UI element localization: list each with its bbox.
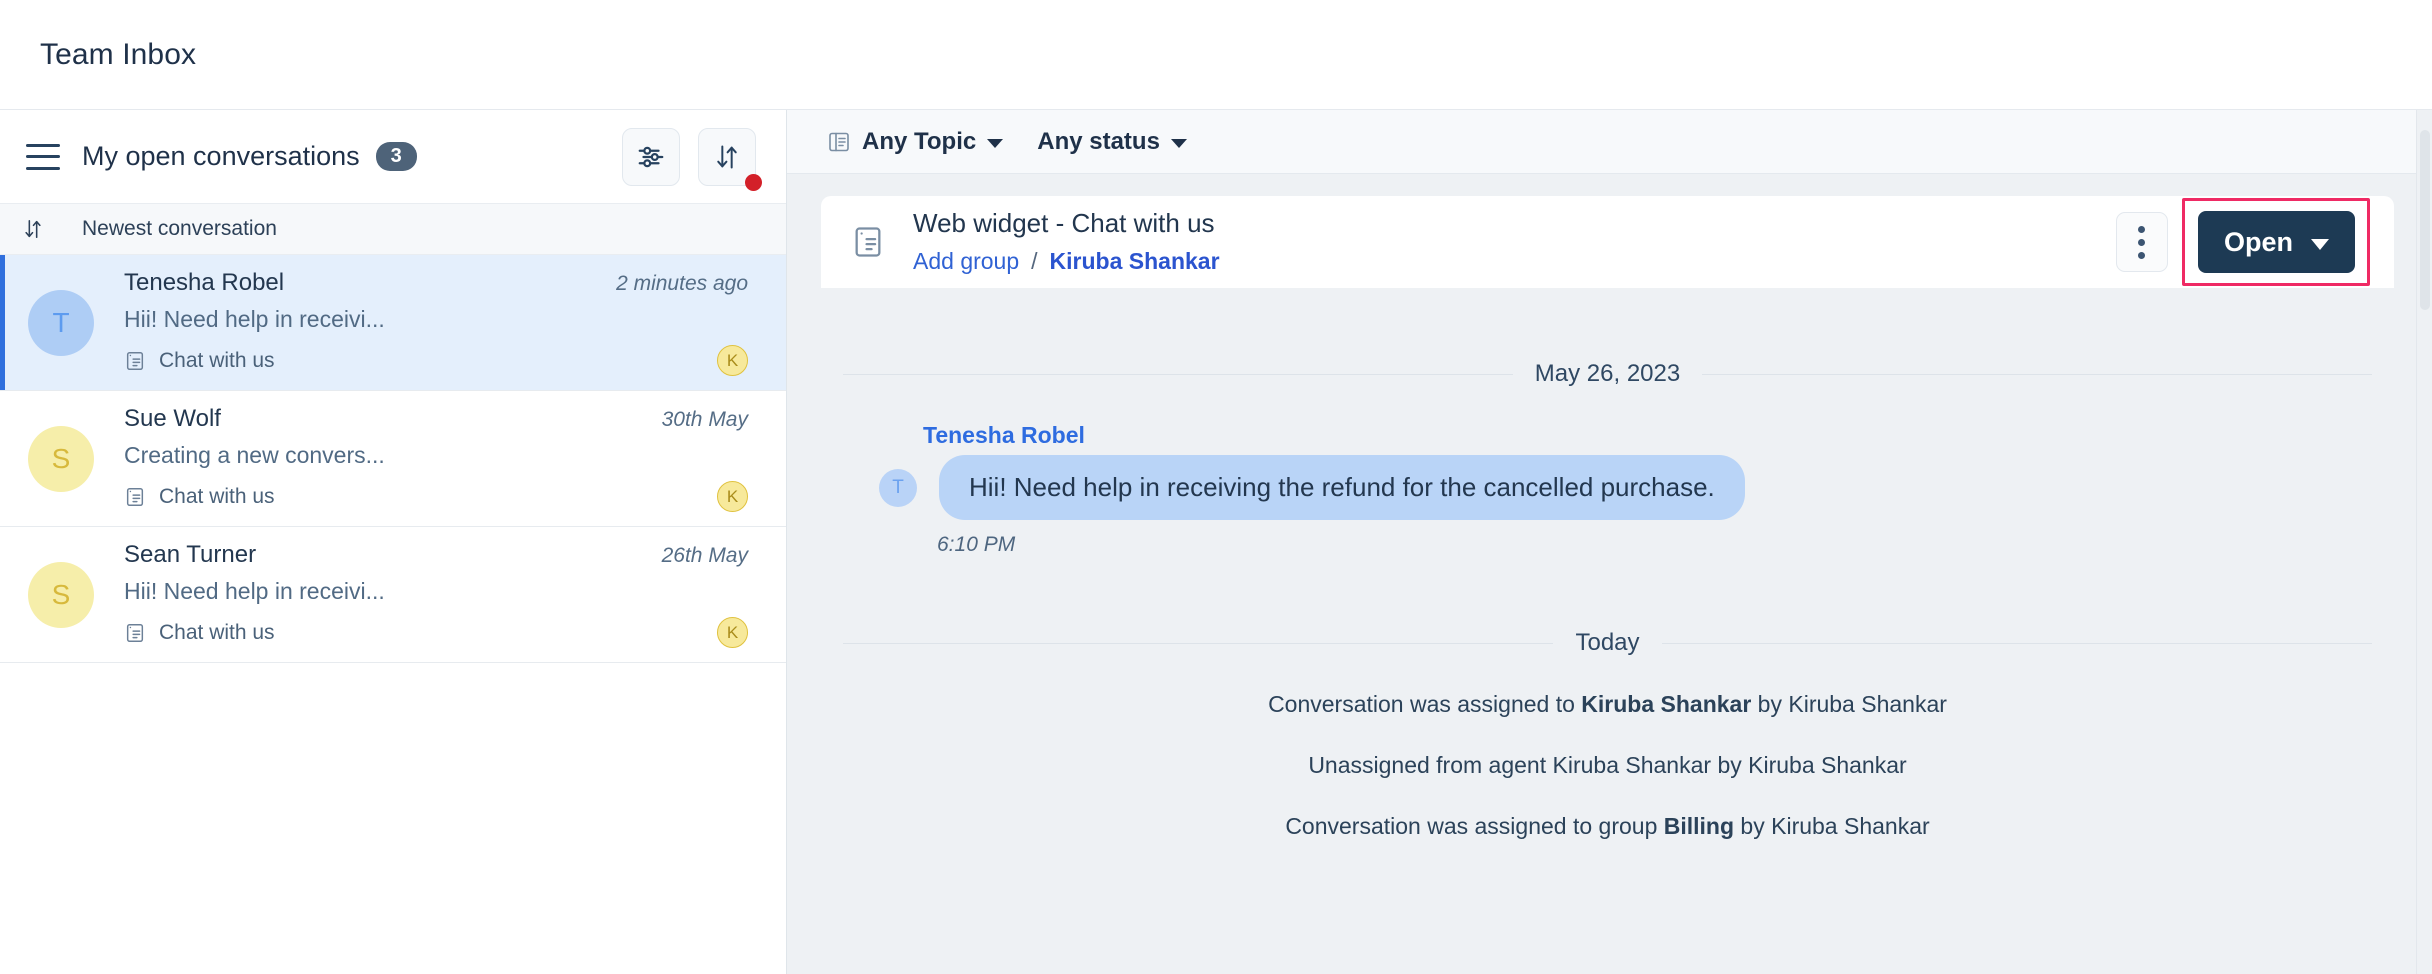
status-filter[interactable]: Any status: [1037, 128, 1187, 156]
page-body: My open conversations 3 Newest conversat…: [0, 110, 2432, 974]
conversation-header-actions: Open: [2115, 198, 2370, 286]
system-message-post: by Kiruba Shankar: [1734, 813, 1930, 839]
web-widget-icon: [126, 487, 144, 506]
message-preview: Hii! Need help in receivi...: [124, 578, 385, 604]
contact-name: Sean Turner: [124, 541, 257, 568]
sort-arrows-icon: [25, 219, 41, 239]
chevron-down-icon: [1170, 139, 1187, 148]
conversation-panel: Any Topic Any status Web widget - Chat w…: [787, 110, 2432, 974]
avatar: T: [879, 468, 917, 507]
sidebar-actions: [622, 127, 762, 191]
divider: [1702, 373, 2372, 375]
topic-filter-label: Any Topic: [862, 127, 977, 155]
system-message-pre: Unassigned from agent Kiruba Shankar by …: [1308, 752, 1907, 778]
sort-order-row[interactable]: Newest conversation: [0, 203, 786, 255]
message-thread: May 26, 2023 Tenesha Robel T Hii! Need h…: [821, 360, 2394, 840]
day-separator-label: May 26, 2023: [1534, 360, 1681, 387]
app-header: Team Inbox: [0, 0, 2432, 110]
vertical-scrollbar[interactable]: [2416, 110, 2432, 974]
unread-indicator-dot: [745, 173, 762, 191]
channel-label: Chat with us: [159, 484, 275, 508]
breadcrumb-separator: /: [1031, 247, 1038, 274]
more-vertical-icon[interactable]: [2115, 212, 2168, 272]
message-sender: Tenesha Robel: [923, 422, 1085, 448]
system-message: Conversation was assigned to Kiruba Shan…: [831, 691, 2384, 718]
chevron-down-icon: [2311, 238, 2329, 250]
avatar: S: [28, 561, 94, 628]
assigned-agent-avatar: K: [717, 481, 748, 512]
system-message-strong: Kiruba Shankar: [1581, 691, 1752, 717]
timestamp: 30th May: [661, 408, 748, 431]
web-widget-icon: [855, 227, 881, 257]
system-message: Conversation was assigned to group Billi…: [831, 813, 2384, 840]
scrollbar-thumb[interactable]: [2420, 130, 2430, 310]
filter-bar: Any Topic Any status: [787, 110, 2432, 174]
sort-arrows-icon: [717, 145, 737, 168]
web-widget-icon: [126, 351, 144, 370]
list-item[interactable]: T Tenesha Robel 2 minutes ago Hii! Need …: [0, 255, 786, 391]
assigned-agent-avatar: K: [717, 345, 748, 376]
day-separator: May 26, 2023: [843, 360, 2372, 388]
status-open-button[interactable]: Open: [2197, 211, 2355, 273]
day-separator-label: Today: [1575, 629, 1640, 656]
chevron-down-icon: [987, 139, 1004, 148]
system-message-pre: Conversation was assigned to group: [1285, 813, 1664, 839]
status-open-button-label: Open: [2223, 226, 2293, 257]
assignee-link[interactable]: Kiruba Shankar: [1050, 248, 1220, 275]
contact-name: Tenesha Robel: [124, 269, 285, 296]
conversation-sidebar: My open conversations 3 Newest conversat…: [0, 110, 787, 974]
channel-label: Chat with us: [159, 620, 275, 644]
sliders-icon: [638, 146, 664, 167]
channel-label: Chat with us: [159, 348, 275, 372]
message-timestamp: 6:10 PM: [937, 533, 1016, 556]
hamburger-icon[interactable]: [26, 143, 60, 170]
timestamp: 2 minutes ago: [616, 272, 748, 295]
sidebar-title: My open conversations: [82, 141, 360, 171]
system-message: Unassigned from agent Kiruba Shankar by …: [831, 752, 2384, 779]
timestamp: 26th May: [661, 544, 748, 567]
sort-button[interactable]: [698, 127, 762, 191]
day-separator: Today: [843, 629, 2373, 657]
message-bubble: Hii! Need help in receiving the refund f…: [939, 455, 1745, 520]
message: Tenesha Robel T Hii! Need help in receiv…: [831, 422, 2384, 557]
add-group-link[interactable]: Add group: [913, 248, 1019, 275]
breadcrumb: Add group / Kiruba Shankar: [913, 248, 1220, 275]
topic-filter[interactable]: Any Topic: [827, 127, 1004, 156]
system-message-pre: Conversation was assigned to: [1268, 691, 1582, 717]
system-message-strong: Billing: [1663, 813, 1735, 839]
message-preview: Creating a new convers...: [124, 442, 385, 468]
status-button-highlight: Open: [2181, 198, 2370, 286]
divider: [843, 373, 1513, 375]
sort-order-label: Newest conversation: [82, 217, 277, 240]
message-preview: Hii! Need help in receivi...: [124, 306, 385, 332]
divider: [1661, 642, 2373, 644]
web-widget-icon: [126, 623, 144, 642]
status-filter-label: Any status: [1037, 127, 1160, 155]
conversation-count-badge: 3: [375, 142, 417, 171]
conversation-subject: Web widget - Chat with us: [913, 208, 1215, 239]
divider: [843, 642, 1554, 644]
conversation-scroll-area: Web widget - Chat with us Add group / Ki…: [787, 174, 2432, 974]
conversation-list: T Tenesha Robel 2 minutes ago Hii! Need …: [0, 255, 786, 974]
system-message-post: by Kiruba Shankar: [1751, 691, 1947, 717]
topic-icon: [829, 132, 849, 151]
list-item[interactable]: S Sue Wolf 30th May Creating a new conve…: [0, 391, 786, 527]
conversation-header: Web widget - Chat with us Add group / Ki…: [821, 196, 2394, 288]
assigned-agent-avatar: K: [717, 617, 748, 648]
avatar: T: [28, 289, 94, 356]
sidebar-header: My open conversations 3: [0, 110, 786, 203]
page-title: Team Inbox: [40, 37, 197, 71]
contact-name: Sue Wolf: [124, 405, 221, 432]
filter-button[interactable]: [622, 127, 680, 186]
avatar: S: [28, 425, 94, 492]
list-item[interactable]: S Sean Turner 26th May Hii! Need help in…: [0, 527, 786, 663]
